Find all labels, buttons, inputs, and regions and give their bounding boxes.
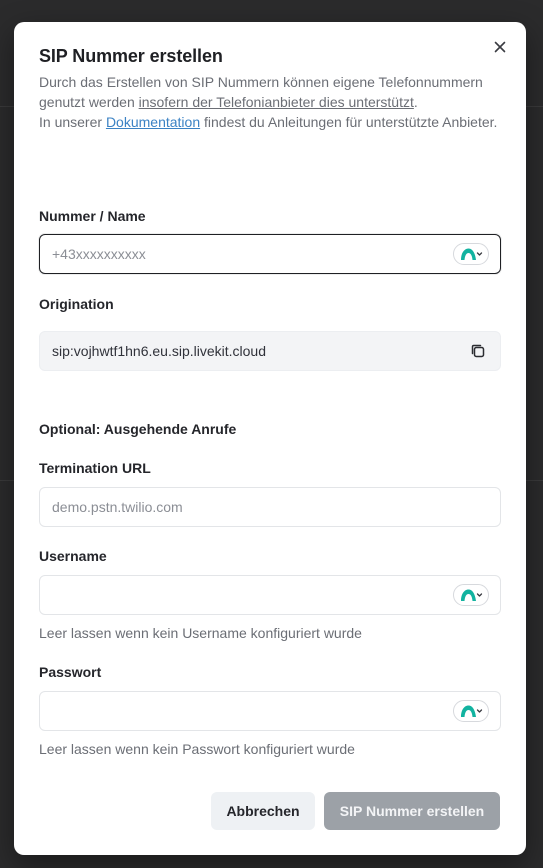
create-sip-number-dialog: SIP Nummer erstellen Durch das Erstellen… bbox=[14, 22, 526, 855]
password-manager-button[interactable] bbox=[453, 584, 489, 606]
description-text: findest du Anleitungen für unterstützte … bbox=[200, 114, 498, 130]
password-manager-button[interactable] bbox=[453, 243, 489, 265]
username-input[interactable] bbox=[40, 576, 452, 614]
username-label: Username bbox=[39, 548, 107, 564]
password-input[interactable] bbox=[40, 692, 452, 730]
origination-value: sip:vojhwtf1hn6.eu.sip.livekit.cloud bbox=[52, 343, 267, 359]
documentation-link[interactable]: Dokumentation bbox=[106, 114, 200, 130]
description-text: . bbox=[413, 94, 418, 110]
termination-url-input[interactable] bbox=[40, 488, 452, 526]
username-hint: Leer lassen wenn kein Username konfiguri… bbox=[39, 625, 362, 641]
dialog-description: Durch das Erstellen von SIP Nummern könn… bbox=[39, 72, 499, 132]
number-field bbox=[39, 234, 501, 274]
cancel-button[interactable]: Abbrechen bbox=[211, 792, 315, 830]
termination-url-label: Termination URL bbox=[39, 460, 151, 476]
provider-support-link[interactable]: insofern der Telefonianbieter dies unter… bbox=[139, 94, 414, 110]
copy-icon bbox=[471, 344, 485, 358]
termination-url-field bbox=[39, 487, 501, 527]
password-manager-button[interactable] bbox=[453, 700, 489, 722]
close-icon bbox=[494, 41, 506, 53]
close-button[interactable] bbox=[491, 38, 509, 56]
copy-button[interactable] bbox=[469, 342, 487, 360]
password-field bbox=[39, 691, 501, 731]
number-label: Nummer / Name bbox=[39, 208, 146, 224]
username-field bbox=[39, 575, 501, 615]
password-manager-icon bbox=[461, 248, 483, 260]
optional-outgoing-heading: Optional: Ausgehende Anrufe bbox=[39, 421, 237, 437]
number-input[interactable] bbox=[40, 235, 452, 273]
password-hint: Leer lassen wenn kein Passwort konfiguri… bbox=[39, 741, 355, 757]
dialog-title: SIP Nummer erstellen bbox=[39, 46, 223, 66]
password-label: Passwort bbox=[39, 664, 102, 680]
password-manager-icon bbox=[461, 705, 483, 717]
origination-label: Origination bbox=[39, 296, 114, 312]
origination-field: sip:vojhwtf1hn6.eu.sip.livekit.cloud bbox=[39, 331, 501, 371]
description-text: In unserer bbox=[39, 114, 106, 130]
create-sip-number-button[interactable]: SIP Nummer erstellen bbox=[324, 792, 500, 830]
password-manager-icon bbox=[461, 589, 483, 601]
